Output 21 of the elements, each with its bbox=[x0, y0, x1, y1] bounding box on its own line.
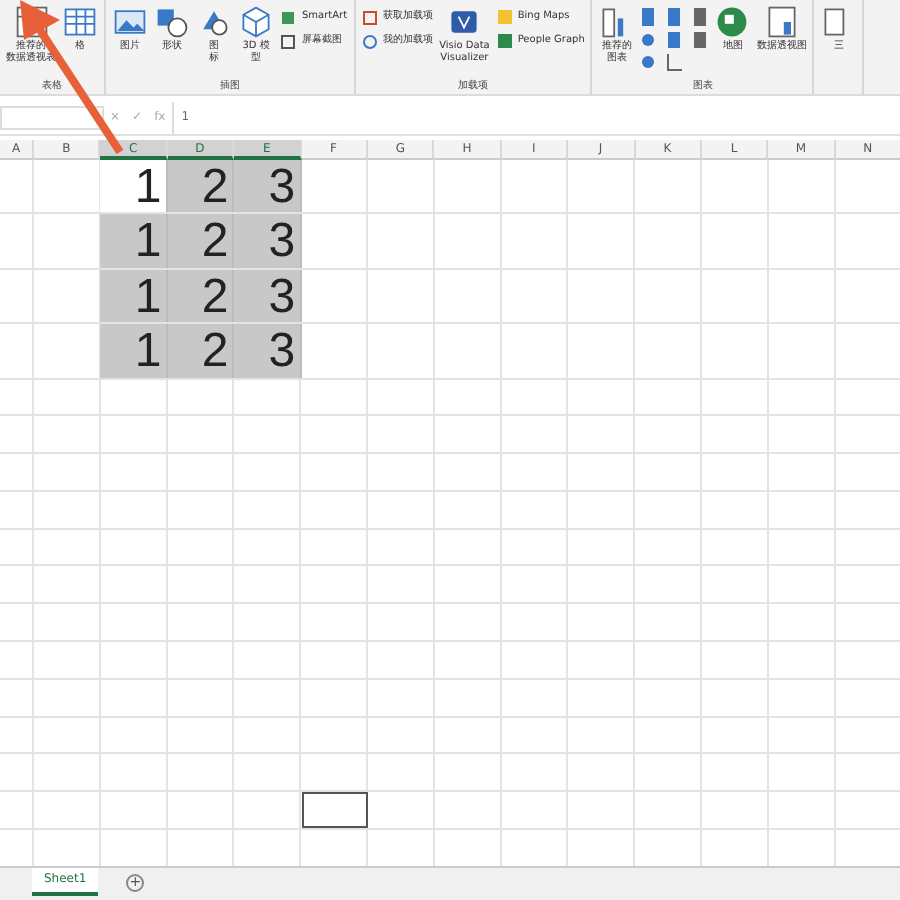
cell[interactable]: 3 bbox=[234, 214, 302, 267]
square-icon bbox=[280, 32, 298, 50]
cell[interactable]: 2 bbox=[167, 214, 235, 267]
square-icon bbox=[495, 8, 514, 26]
cell[interactable]: 3 bbox=[234, 159, 302, 212]
name-box[interactable] bbox=[0, 105, 104, 129]
square-icon bbox=[495, 32, 514, 50]
circle-icon bbox=[361, 32, 380, 50]
cell[interactable]: 2 bbox=[167, 159, 235, 212]
cell[interactable]: 1 bbox=[100, 269, 168, 322]
cell[interactable]: 3 bbox=[234, 269, 302, 322]
cell[interactable]: 2 bbox=[167, 324, 235, 377]
chart-types-icon bbox=[640, 4, 709, 72]
selected-cell[interactable] bbox=[301, 792, 368, 829]
picture-icon bbox=[112, 4, 148, 40]
square-icon bbox=[361, 8, 380, 26]
square-icon bbox=[280, 8, 298, 26]
cell[interactable]: 2 bbox=[167, 269, 235, 322]
cell[interactable]: 1 bbox=[100, 214, 168, 267]
cell[interactable]: 3 bbox=[234, 324, 302, 377]
cell[interactable]: 1 bbox=[100, 324, 168, 377]
